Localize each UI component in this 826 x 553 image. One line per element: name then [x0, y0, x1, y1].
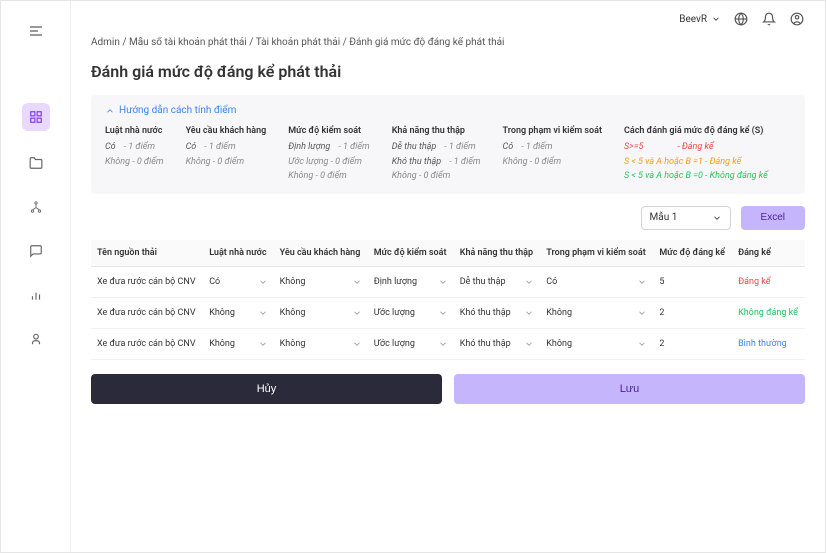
scope-select[interactable]: Có: [546, 277, 647, 287]
save-button[interactable]: Lưu: [454, 374, 805, 404]
cust-select[interactable]: Không: [280, 339, 362, 349]
th-collect: Khả năng thu thập: [454, 240, 541, 267]
cust-select[interactable]: Không: [280, 277, 362, 287]
template-select[interactable]: Mẫu 1: [641, 206, 731, 230]
chevron-down-icon: [258, 308, 268, 318]
th-scope: Trong phạm vi kiểm soát: [540, 240, 653, 267]
chevron-down-icon: [711, 14, 721, 24]
chevron-up-icon: [105, 106, 115, 116]
guide-col: Luật nhà nước Có- 1 điểm Không - 0 điểm: [105, 124, 164, 184]
law-select[interactable]: Không: [209, 308, 267, 318]
cancel-button[interactable]: Hủy: [91, 374, 442, 404]
th-cust: Yêu cầu khách hàng: [274, 240, 368, 267]
breadcrumb-item: Đánh giá mức độ đáng kể phát thải: [349, 37, 504, 48]
chevron-down-icon: [712, 213, 722, 223]
guide-col: Trong phạm vi kiểm soát Có- 1 điểm Không…: [503, 124, 602, 184]
guide-col: Khả năng thu thập Dễ thu thập- 1 điểm Kh…: [392, 124, 481, 184]
ctrl-select[interactable]: Ước lượng: [374, 339, 448, 349]
cell-score: 2: [653, 297, 732, 328]
law-select[interactable]: Không: [209, 339, 267, 349]
excel-button[interactable]: Excel: [741, 206, 805, 230]
breadcrumb: Admin / Mẫu sổ tài khoản phát thải / Tài…: [91, 37, 805, 48]
collect-select[interactable]: Dễ thu thập: [460, 277, 535, 287]
folder-icon[interactable]: [24, 151, 48, 175]
chevron-down-icon: [438, 277, 448, 287]
table-row: Xe đưa rước cán bộ CNV Có Không Định lượng D…: [91, 266, 805, 297]
data-table: Tên nguồn thải Luật nhà nước Yêu cầu khá…: [91, 240, 805, 360]
cell-score: 2: [653, 328, 732, 359]
cell-name: Xe đưa rước cán bộ CNV: [91, 328, 203, 359]
collect-select[interactable]: Khó thu thập: [460, 308, 535, 318]
cell-name: Xe đưa rước cán bộ CNV: [91, 266, 203, 297]
chevron-down-icon: [438, 308, 448, 318]
th-name: Tên nguồn thải: [91, 240, 203, 267]
globe-icon[interactable]: [733, 11, 749, 27]
guide-col: Cách đánh giá mức độ đáng kể (S) S>=5 - …: [624, 124, 768, 184]
guide-col: Yêu cầu khách hàng Có- 1 điểm Không - 0 …: [186, 124, 267, 184]
bell-icon[interactable]: [761, 11, 777, 27]
cell-status: Đáng kể: [732, 266, 805, 297]
chevron-down-icon: [258, 277, 268, 287]
law-select[interactable]: Có: [209, 277, 267, 287]
th-law: Luật nhà nước: [203, 240, 273, 267]
cell-score: 5: [653, 266, 732, 297]
chevron-down-icon: [524, 277, 534, 287]
sidebar: [1, 1, 71, 552]
scope-select[interactable]: Không: [546, 308, 647, 318]
ctrl-select[interactable]: Định lượng: [374, 277, 448, 287]
chevron-down-icon: [524, 308, 534, 318]
breadcrumb-item[interactable]: Mẫu sổ tài khoản phát thải: [129, 37, 247, 48]
menu-icon[interactable]: [24, 19, 48, 43]
guide-col: Mức độ kiểm soát Định lượng- 1 điểm Ước …: [288, 124, 369, 184]
chevron-down-icon: [352, 339, 362, 349]
table-row: Xe đưa rước cán bộ CNV Không Không Ước lượn…: [91, 297, 805, 328]
chevron-down-icon: [438, 339, 448, 349]
chevron-down-icon: [637, 339, 647, 349]
scope-select[interactable]: Không: [546, 339, 647, 349]
breadcrumb-item[interactable]: Admin: [91, 37, 120, 48]
chevron-down-icon: [637, 308, 647, 318]
cust-select[interactable]: Không: [280, 308, 362, 318]
topbar: BeevR: [71, 1, 825, 37]
page-title: Đánh giá mức độ đáng kể phát thải: [91, 62, 805, 81]
select-value: Mẫu 1: [650, 212, 678, 223]
guide-title: Hướng dẫn cách tính điểm: [119, 105, 236, 116]
chevron-down-icon: [524, 339, 534, 349]
message-icon[interactable]: [24, 239, 48, 263]
profile-icon[interactable]: [789, 11, 805, 27]
user-menu[interactable]: BeevR: [679, 14, 721, 25]
user-name: BeevR: [679, 14, 707, 25]
cell-status: Bình thường: [732, 328, 805, 359]
th-score: Mức độ đáng kể: [653, 240, 732, 267]
cell-name: Xe đưa rước cán bộ CNV: [91, 297, 203, 328]
chevron-down-icon: [258, 339, 268, 349]
ctrl-select[interactable]: Ước lượng: [374, 308, 448, 318]
th-ctrl: Mức độ kiểm soát: [368, 240, 454, 267]
collect-select[interactable]: Khó thu thập: [460, 339, 535, 349]
hierarchy-icon[interactable]: [24, 195, 48, 219]
chart-icon[interactable]: [24, 283, 48, 307]
breadcrumb-item[interactable]: Tài khoản phát thải: [256, 37, 340, 48]
chevron-down-icon: [352, 277, 362, 287]
th-status: Đáng kể: [732, 240, 805, 267]
user-icon[interactable]: [24, 327, 48, 351]
guide-toggle[interactable]: Hướng dẫn cách tính điểm: [105, 105, 791, 116]
chevron-down-icon: [352, 308, 362, 318]
dashboard-icon[interactable]: [22, 103, 50, 131]
chevron-down-icon: [637, 277, 647, 287]
guide-panel: Hướng dẫn cách tính điểm Luật nhà nước C…: [91, 95, 805, 194]
table-row: Xe đưa rước cán bộ CNV Không Không Ước lượn…: [91, 328, 805, 359]
cell-status: Không đáng kể: [732, 297, 805, 328]
